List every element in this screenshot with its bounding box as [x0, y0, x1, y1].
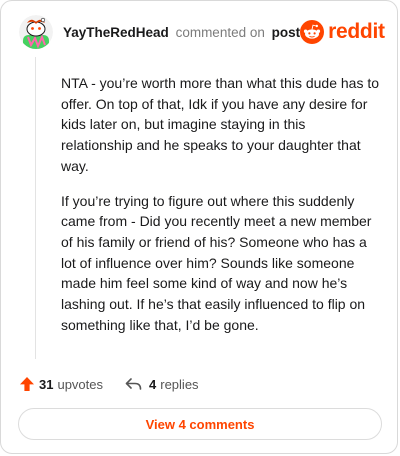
username-link[interactable]: YayTheRedHead [63, 25, 169, 40]
user-avatar[interactable] [19, 15, 53, 49]
reddit-snoo-icon [300, 20, 325, 44]
comment-header: YayTheRedHead commented on post reddit [19, 15, 385, 49]
upvote-arrow-icon [20, 377, 34, 391]
reddit-wordmark: reddit [328, 20, 385, 43]
comment-card: YayTheRedHead commented on post reddit N… [0, 0, 398, 454]
upvote-button[interactable]: 31 upvotes [19, 376, 103, 392]
comment-actions: 31 upvotes 4 replies [19, 374, 199, 394]
thread-line [35, 57, 36, 359]
upvote-count: 31 [39, 376, 54, 392]
reply-arrow-icon [125, 378, 142, 390]
upvote-label: upvotes [57, 376, 104, 392]
reply-label: replies [160, 376, 199, 392]
reddit-logo[interactable]: reddit [300, 20, 385, 44]
comment-byline: YayTheRedHead commented on post [63, 25, 300, 40]
post-link[interactable]: post [272, 25, 301, 40]
comment-paragraph: If you’re trying to figure out where thi… [61, 192, 372, 333]
comment-body: NTA - you’re worth more than what this d… [61, 73, 379, 349]
commented-on-text: commented on [175, 24, 265, 40]
view-comments-button[interactable]: View 4 comments [18, 408, 382, 440]
comment-paragraph: NTA - you’re worth more than what this d… [61, 75, 380, 174]
replies-button[interactable]: 4 replies [125, 377, 199, 392]
reply-count: 4 [149, 376, 157, 392]
